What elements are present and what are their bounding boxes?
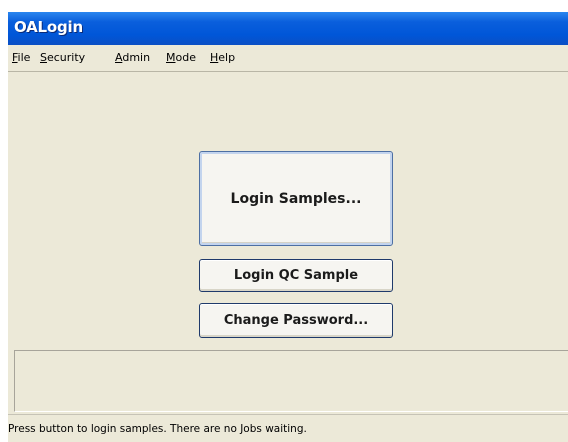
main-content-area: Login Samples... Login QC Sample Change … — [8, 72, 568, 350]
menu-file[interactable]: File — [12, 51, 30, 64]
title-bar[interactable]: OALogin — [8, 12, 568, 45]
menu-mode[interactable]: Mode — [166, 51, 196, 64]
window-title: OALogin — [14, 18, 83, 36]
login-samples-button[interactable]: Login Samples... — [199, 151, 393, 246]
info-panel — [14, 350, 568, 412]
oalogin-window: OALogin File Security Admin Mode Help Lo… — [8, 12, 568, 442]
status-message: Press button to login samples. There are… — [8, 423, 307, 435]
menu-admin[interactable]: Admin — [115, 51, 150, 64]
menu-help[interactable]: Help — [210, 51, 235, 64]
menu-security[interactable]: Security — [40, 51, 85, 64]
login-qc-sample-button[interactable]: Login QC Sample — [199, 259, 393, 292]
menu-bar: File Security Admin Mode Help — [8, 45, 568, 72]
status-bar: Press button to login samples. There are… — [8, 414, 568, 442]
change-password-button[interactable]: Change Password... — [199, 303, 393, 338]
